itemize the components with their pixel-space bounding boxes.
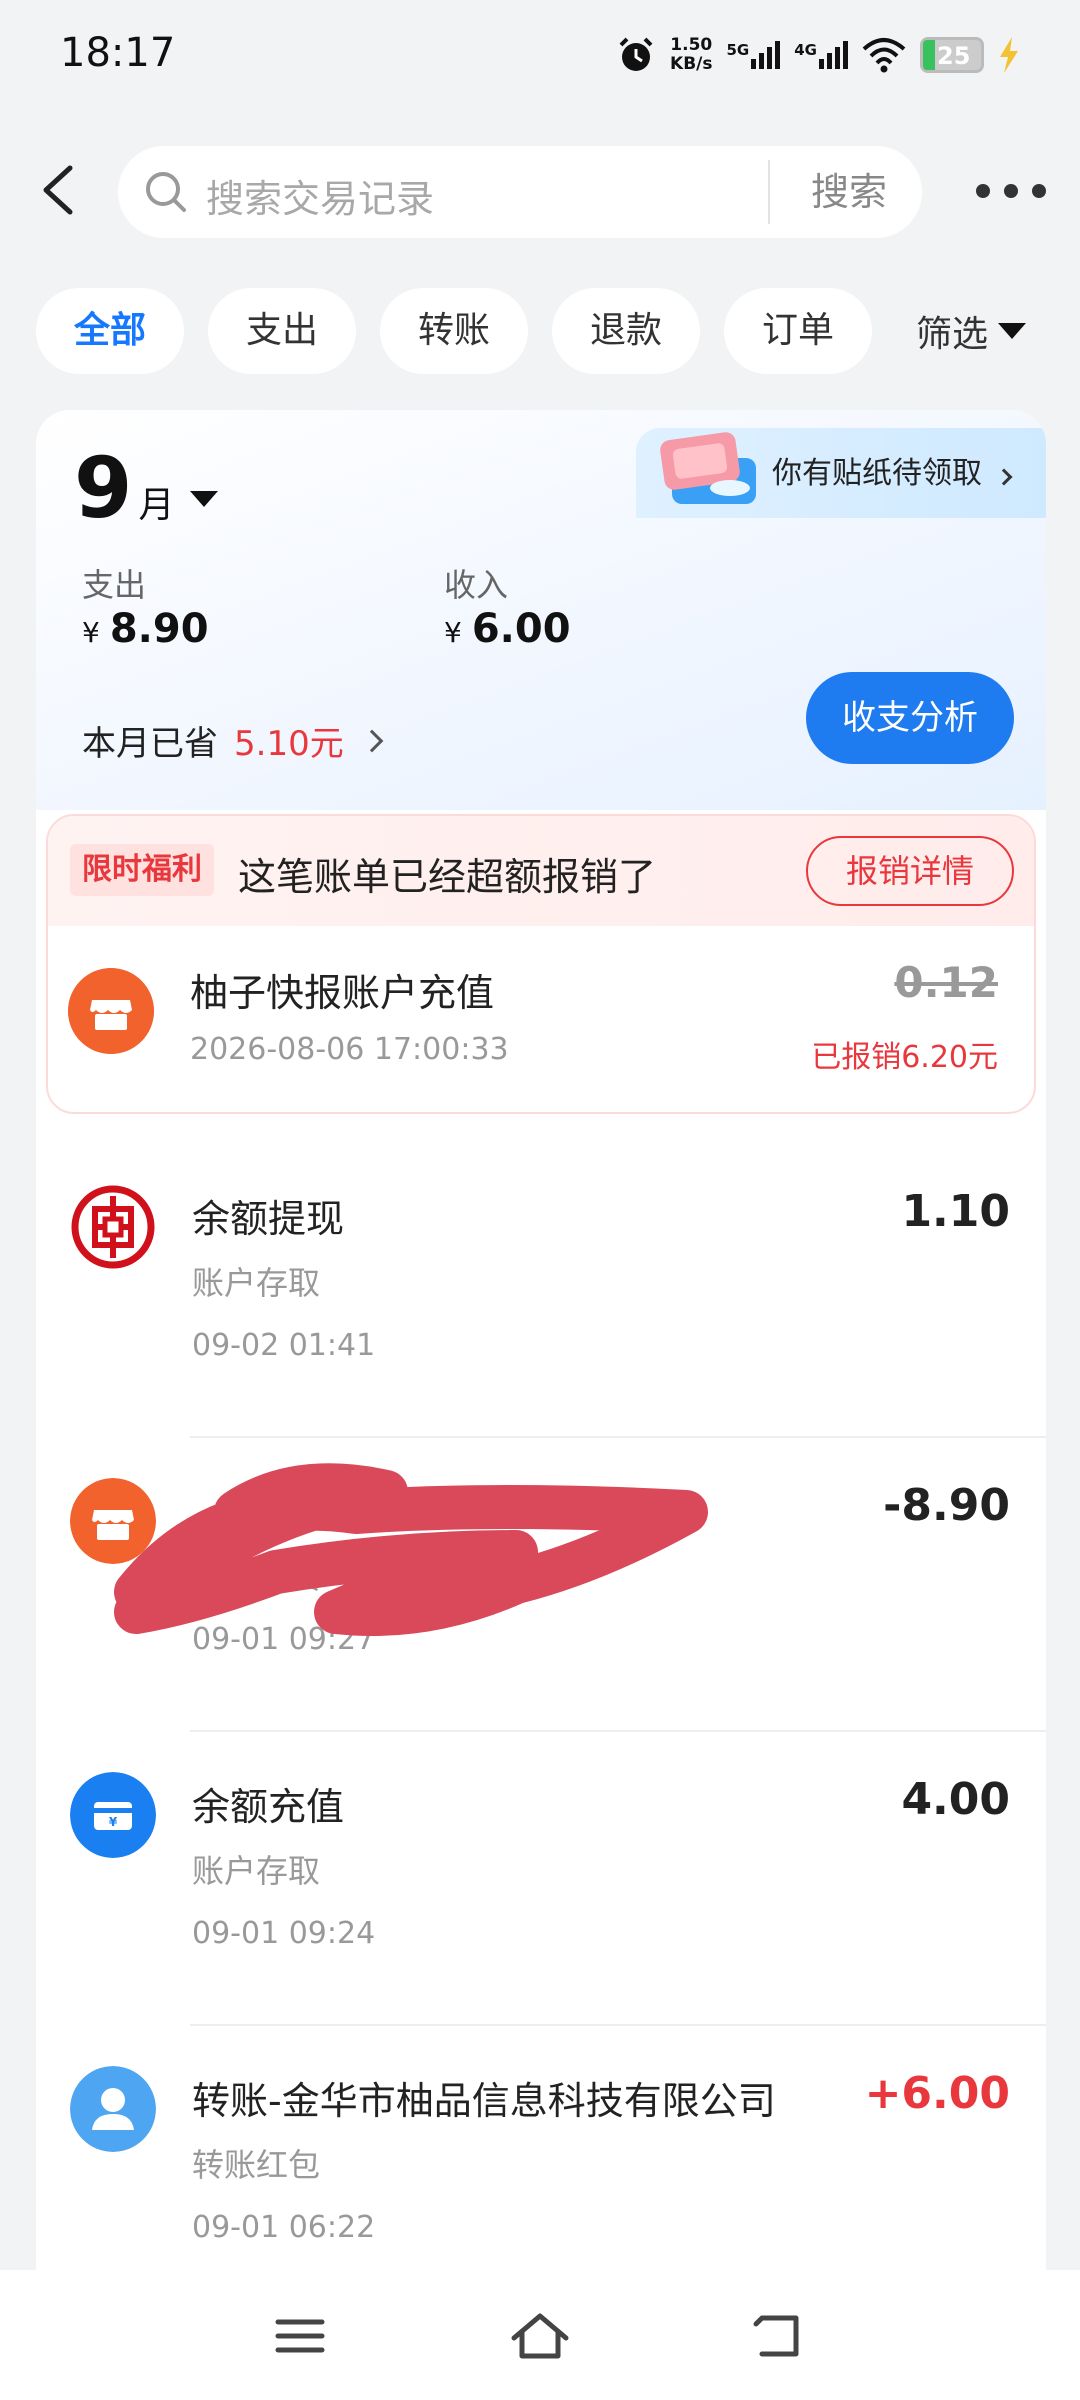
net-speed-value: 1.50: [670, 35, 713, 55]
wallet-card-icon: ¥: [70, 1772, 156, 1858]
search-icon: [146, 172, 186, 212]
system-nav-bar: [0, 2270, 1080, 2400]
alarm-icon: [619, 37, 653, 71]
income-expense-analysis-button[interactable]: 收支分析: [806, 672, 1014, 764]
wifi-icon: [862, 38, 906, 73]
transaction-time: 09-01 09:24: [192, 1916, 376, 1951]
battery-level: 25: [937, 42, 971, 70]
transaction-title: 转账-金华市柚品信息科技有限公司: [192, 2079, 776, 2123]
reimbursed-status: 已报销6.20元: [811, 1040, 998, 1075]
search-input[interactable]: 搜索交易记录 搜索: [118, 146, 922, 238]
monthly-savings[interactable]: 本月已省 5.10元: [82, 716, 384, 765]
filter-tabs: 全部 支出 转账 退款 订单: [36, 288, 872, 374]
income-value: ¥6.00: [444, 606, 571, 652]
reimbursement-datetime: 2026-08-06 17:00:33: [190, 1032, 509, 1067]
transactions-card: 你有贴纸待领取 9 月 支出 ¥8.90 收入 ¥6.00 本月已省 5.10元…: [36, 410, 1046, 2400]
expense-label: 支出: [82, 566, 147, 604]
signal-4g-icon: 4G: [794, 41, 848, 69]
income-amount: 6.00: [471, 606, 571, 652]
transaction-amount: 4.00: [901, 1774, 1010, 1825]
filter-dropdown[interactable]: 筛选: [916, 288, 1027, 374]
transaction-category: 账户存取: [192, 1852, 321, 1890]
income-label: 收入: [444, 566, 509, 604]
signal-4g-label: 4G: [794, 41, 817, 59]
month-unit: 月: [138, 485, 175, 526]
transaction-time: 09-01 09:27: [192, 1622, 376, 1657]
caret-down-icon: [998, 323, 1027, 339]
user-avatar-icon: [70, 2066, 156, 2152]
status-icons: 1.50 KB/s 5G 4G 25: [616, 30, 1020, 80]
chevron-right-icon: [995, 468, 1013, 486]
sticker-label: 你有贴纸待领取: [772, 456, 982, 491]
net-speed-unit: KB/s: [670, 54, 713, 74]
transaction-row[interactable]: 余额提现 账户存取 09-02 01:41 1.10: [36, 1144, 1046, 1438]
home-icon[interactable]: [510, 2308, 570, 2364]
sticker-text[interactable]: 你有贴纸待领取: [772, 448, 1013, 492]
transaction-title: 余额充值: [192, 1785, 345, 1829]
svg-text:¥: ¥: [109, 1815, 118, 1829]
tab-refund[interactable]: 退款: [552, 288, 700, 374]
reimbursement-card[interactable]: 限时福利 这笔账单已经超额报销了 报销详情 柚子快报账户充值 2026-08-0…: [46, 814, 1036, 1114]
search-placeholder: 搜索交易记录: [206, 177, 435, 221]
limited-benefit-badge: 限时福利: [70, 844, 214, 896]
bank-icon: [71, 1185, 155, 1269]
reimbursement-message: 这笔账单已经超额报销了: [238, 855, 657, 899]
store-icon: [70, 1478, 156, 1564]
currency-symbol: ¥: [444, 616, 462, 649]
signal-5g-label: 5G: [726, 41, 750, 59]
filter-label: 筛选: [916, 314, 989, 355]
transaction-amount: -8.90: [883, 1480, 1010, 1531]
tab-transfer[interactable]: 转账: [380, 288, 528, 374]
transaction-row[interactable]: ¥ 余额充值 账户存取 09-01 09:24 4.00: [36, 1732, 1046, 2026]
more-options-icon[interactable]: [976, 166, 1046, 216]
saved-amount: 5.10元: [234, 724, 344, 764]
signal-5g-icon: 5G: [727, 41, 781, 69]
transaction-amount: 1.10: [901, 1186, 1010, 1237]
reimbursement-merchant: 柚子快报账户充值: [190, 971, 495, 1015]
back-icon[interactable]: [30, 160, 90, 220]
caret-down-icon: [190, 491, 219, 507]
tab-order[interactable]: 订单: [724, 288, 872, 374]
gift-box-icon: [660, 432, 756, 504]
transaction-category: 日用百货: [192, 1558, 321, 1596]
transaction-title: 余额提现: [192, 1197, 345, 1241]
reimbursement-header: 限时福利 这笔账单已经超额报销了 报销详情: [48, 816, 1034, 926]
status-time: 18:17: [60, 30, 176, 76]
transaction-row[interactable]: 日用百货 09-01 09:27 -8.90: [36, 1438, 1046, 1732]
currency-symbol: ¥: [82, 616, 100, 649]
charging-icon: [1000, 37, 1018, 73]
store-icon: [68, 968, 154, 1054]
transaction-time: 09-01 06:22: [192, 2210, 376, 2245]
transaction-category: 账户存取: [192, 1264, 321, 1302]
status-bar: 18:17 1.50 KB/s 5G 4G 25: [0, 0, 1080, 110]
expense-value: ¥8.90: [82, 606, 209, 652]
back-nav-icon[interactable]: [750, 2308, 810, 2364]
expense-amount: 8.90: [109, 606, 209, 652]
tab-expense[interactable]: 支出: [208, 288, 356, 374]
search-button[interactable]: 搜索: [776, 146, 922, 238]
month-selector[interactable]: 9 月: [74, 439, 219, 537]
reimbursement-amount: 0.12: [894, 958, 998, 1007]
chevron-right-icon: [360, 729, 384, 752]
net-speed: 1.50 KB/s: [670, 36, 712, 74]
search-divider: [768, 160, 770, 224]
reimbursement-details-button[interactable]: 报销详情: [806, 836, 1014, 906]
transaction-category: 转账红包: [192, 2146, 321, 2184]
transaction-time: 09-02 01:41: [192, 1328, 376, 1363]
saved-label: 本月已省: [82, 724, 218, 764]
battery-icon: 25: [920, 37, 984, 73]
month-summary: 你有贴纸待领取 9 月 支出 ¥8.90 收入 ¥6.00 本月已省 5.10元…: [36, 410, 1046, 810]
transaction-amount: +6.00: [864, 2068, 1010, 2119]
month-number: 9: [74, 439, 133, 537]
menu-icon[interactable]: [270, 2308, 330, 2364]
tab-all[interactable]: 全部: [36, 288, 184, 374]
